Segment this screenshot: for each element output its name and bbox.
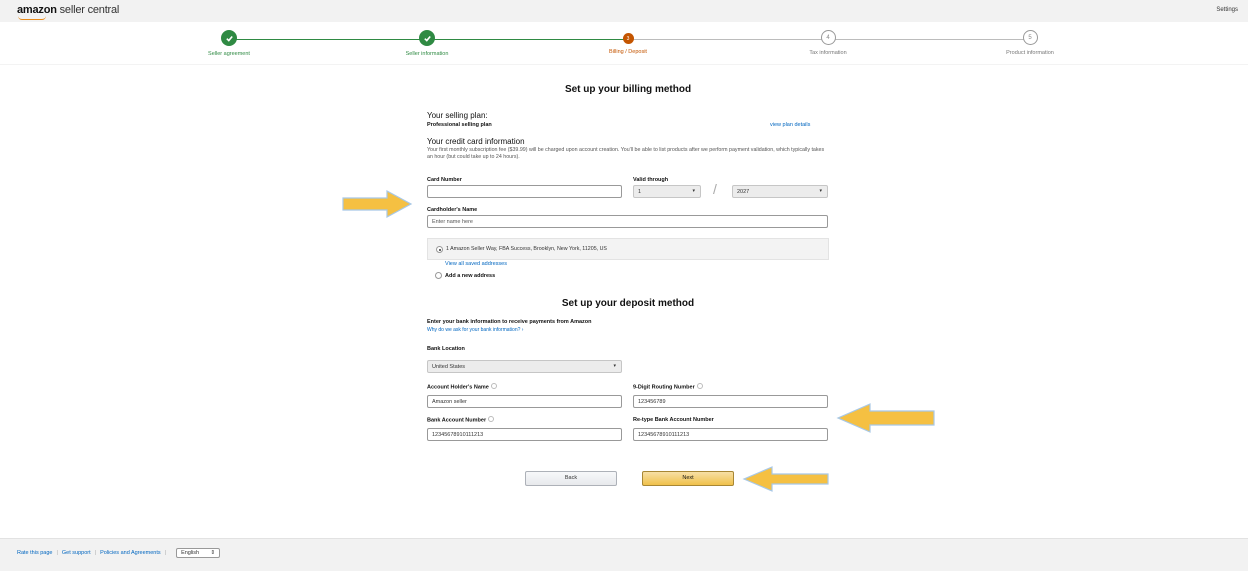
settings-link[interactable]: Settings xyxy=(1216,7,1238,13)
saved-address-box[interactable]: 1 Amazon Seller Way, FBA Success, Brookl… xyxy=(427,238,829,260)
logo-brand: amazon xyxy=(17,4,57,16)
footer-separator: | xyxy=(164,550,167,556)
expiry-year-select[interactable]: 2027 ▾ xyxy=(732,185,828,198)
expiry-month-value: 1 xyxy=(638,189,642,195)
info-icon[interactable] xyxy=(490,383,497,389)
routing-number-label: 9-Digit Routing Number xyxy=(633,383,703,391)
why-bank-info-link[interactable]: Why do we ask for your bank information?… xyxy=(427,327,523,333)
step-label: Seller information xyxy=(405,51,449,57)
bank-location-select[interactable]: United States ▾ xyxy=(427,360,622,373)
card-number-label: Card Number xyxy=(427,177,462,183)
footer: Rate this page | Get support | Policies … xyxy=(0,538,1248,571)
chevron-down-icon: ▾ xyxy=(692,188,695,194)
saved-address-text: 1 Amazon Seller Way, FBA Success, Brookl… xyxy=(446,246,607,252)
footer-separator: | xyxy=(56,550,58,556)
account-holder-label: Account Holder's Name xyxy=(427,383,497,391)
chevron-down-icon: ▾ xyxy=(613,363,616,369)
step-label: Tax information xyxy=(809,50,847,56)
info-icon[interactable] xyxy=(488,416,495,422)
date-separator: / xyxy=(713,181,717,197)
info-icon[interactable] xyxy=(696,383,703,389)
deposit-intro: Enter your bank information to receive p… xyxy=(427,319,592,325)
retype-account-number-label: Re-type Bank Account Number xyxy=(633,417,714,423)
amazon-smile-icon xyxy=(18,16,46,20)
retype-account-number-input[interactable]: 12345678910111213 xyxy=(633,428,828,441)
account-number-label-text: Bank Account Number xyxy=(427,417,487,424)
footer-links: Rate this page | Get support | Policies … xyxy=(17,548,221,558)
step-product-information: 5 Product information xyxy=(970,30,1090,56)
add-address-label[interactable]: Add a new address xyxy=(445,273,495,279)
account-holder-label-text: Account Holder's Name xyxy=(427,384,489,391)
footer-separator: | xyxy=(94,550,97,556)
step-tax-information: 4 Tax information xyxy=(768,30,888,56)
expiry-month-select[interactable]: 1 ▾ xyxy=(633,185,701,198)
amazon-seller-central-logo[interactable]: amazon seller central xyxy=(17,4,120,20)
step-seller-agreement: Seller agreement xyxy=(169,30,289,57)
routing-number-input[interactable]: 123456789 xyxy=(633,395,828,408)
policies-link[interactable]: Policies and Agreements xyxy=(100,550,161,556)
chevron-updown-icon: ⇕ xyxy=(210,550,216,556)
saved-address-radio[interactable] xyxy=(436,246,443,253)
language-select[interactable]: English ⇕ xyxy=(176,548,221,558)
next-button[interactable]: Next xyxy=(642,471,734,486)
selling-plan-heading: Your selling plan: xyxy=(427,111,488,120)
bank-location-label: Bank Location xyxy=(427,346,465,352)
step-number: 5 xyxy=(1022,30,1038,45)
deposit-title: Set up your deposit method xyxy=(561,298,695,309)
routing-number-label-text: 9-Digit Routing Number xyxy=(633,384,695,391)
annotation-arrow-left-icon xyxy=(836,403,935,433)
view-saved-addresses-link[interactable]: View all saved addresses xyxy=(445,261,507,267)
step-seller-information: Seller information xyxy=(367,30,487,57)
cardholder-name-input[interactable]: Enter name here xyxy=(427,215,828,228)
get-support-link[interactable]: Get support xyxy=(62,550,91,556)
logo-suffix: seller central xyxy=(56,4,120,16)
back-button[interactable]: Back xyxy=(525,471,617,486)
credit-card-note: Your first monthly subscription fee ($39… xyxy=(427,147,825,160)
step-label: Billing / Deposit xyxy=(609,49,647,55)
add-address-radio[interactable] xyxy=(435,272,442,279)
valid-through-label: Valid through xyxy=(633,177,669,183)
step-number: 3 xyxy=(622,33,634,44)
checkmark-icon xyxy=(419,30,435,46)
account-holder-input[interactable]: Amazon seller xyxy=(427,395,622,408)
billing-title: Set up your billing method xyxy=(564,84,692,95)
chevron-down-icon: ▾ xyxy=(819,188,822,194)
top-bar: amazon seller central Settings xyxy=(0,0,1248,22)
step-label: Seller agreement xyxy=(208,51,250,57)
rate-page-link[interactable]: Rate this page xyxy=(17,550,52,556)
step-label: Product information xyxy=(1006,50,1054,56)
account-number-label: Bank Account Number xyxy=(427,416,495,424)
step-billing-deposit: 3 Billing / Deposit xyxy=(568,30,688,55)
selling-plan-name: Professional selling plan xyxy=(427,122,492,128)
credit-card-heading: Your credit card information xyxy=(427,137,525,146)
annotation-arrow-left-icon xyxy=(742,466,829,492)
registration-stepper: Seller agreement Seller information 3 Bi… xyxy=(0,22,1248,65)
account-number-input[interactable]: 12345678910111213 xyxy=(427,428,622,441)
step-number: 4 xyxy=(820,30,836,45)
card-number-input[interactable] xyxy=(427,185,622,198)
language-value: English xyxy=(181,550,200,556)
annotation-arrow-right-icon xyxy=(342,189,413,219)
view-plan-details-link[interactable]: view plan details xyxy=(770,122,810,128)
expiry-year-value: 2027 xyxy=(737,189,750,195)
checkmark-icon xyxy=(221,30,237,46)
bank-location-value: United States xyxy=(432,364,466,370)
cardholder-name-label: Cardholder's Name xyxy=(427,207,478,213)
